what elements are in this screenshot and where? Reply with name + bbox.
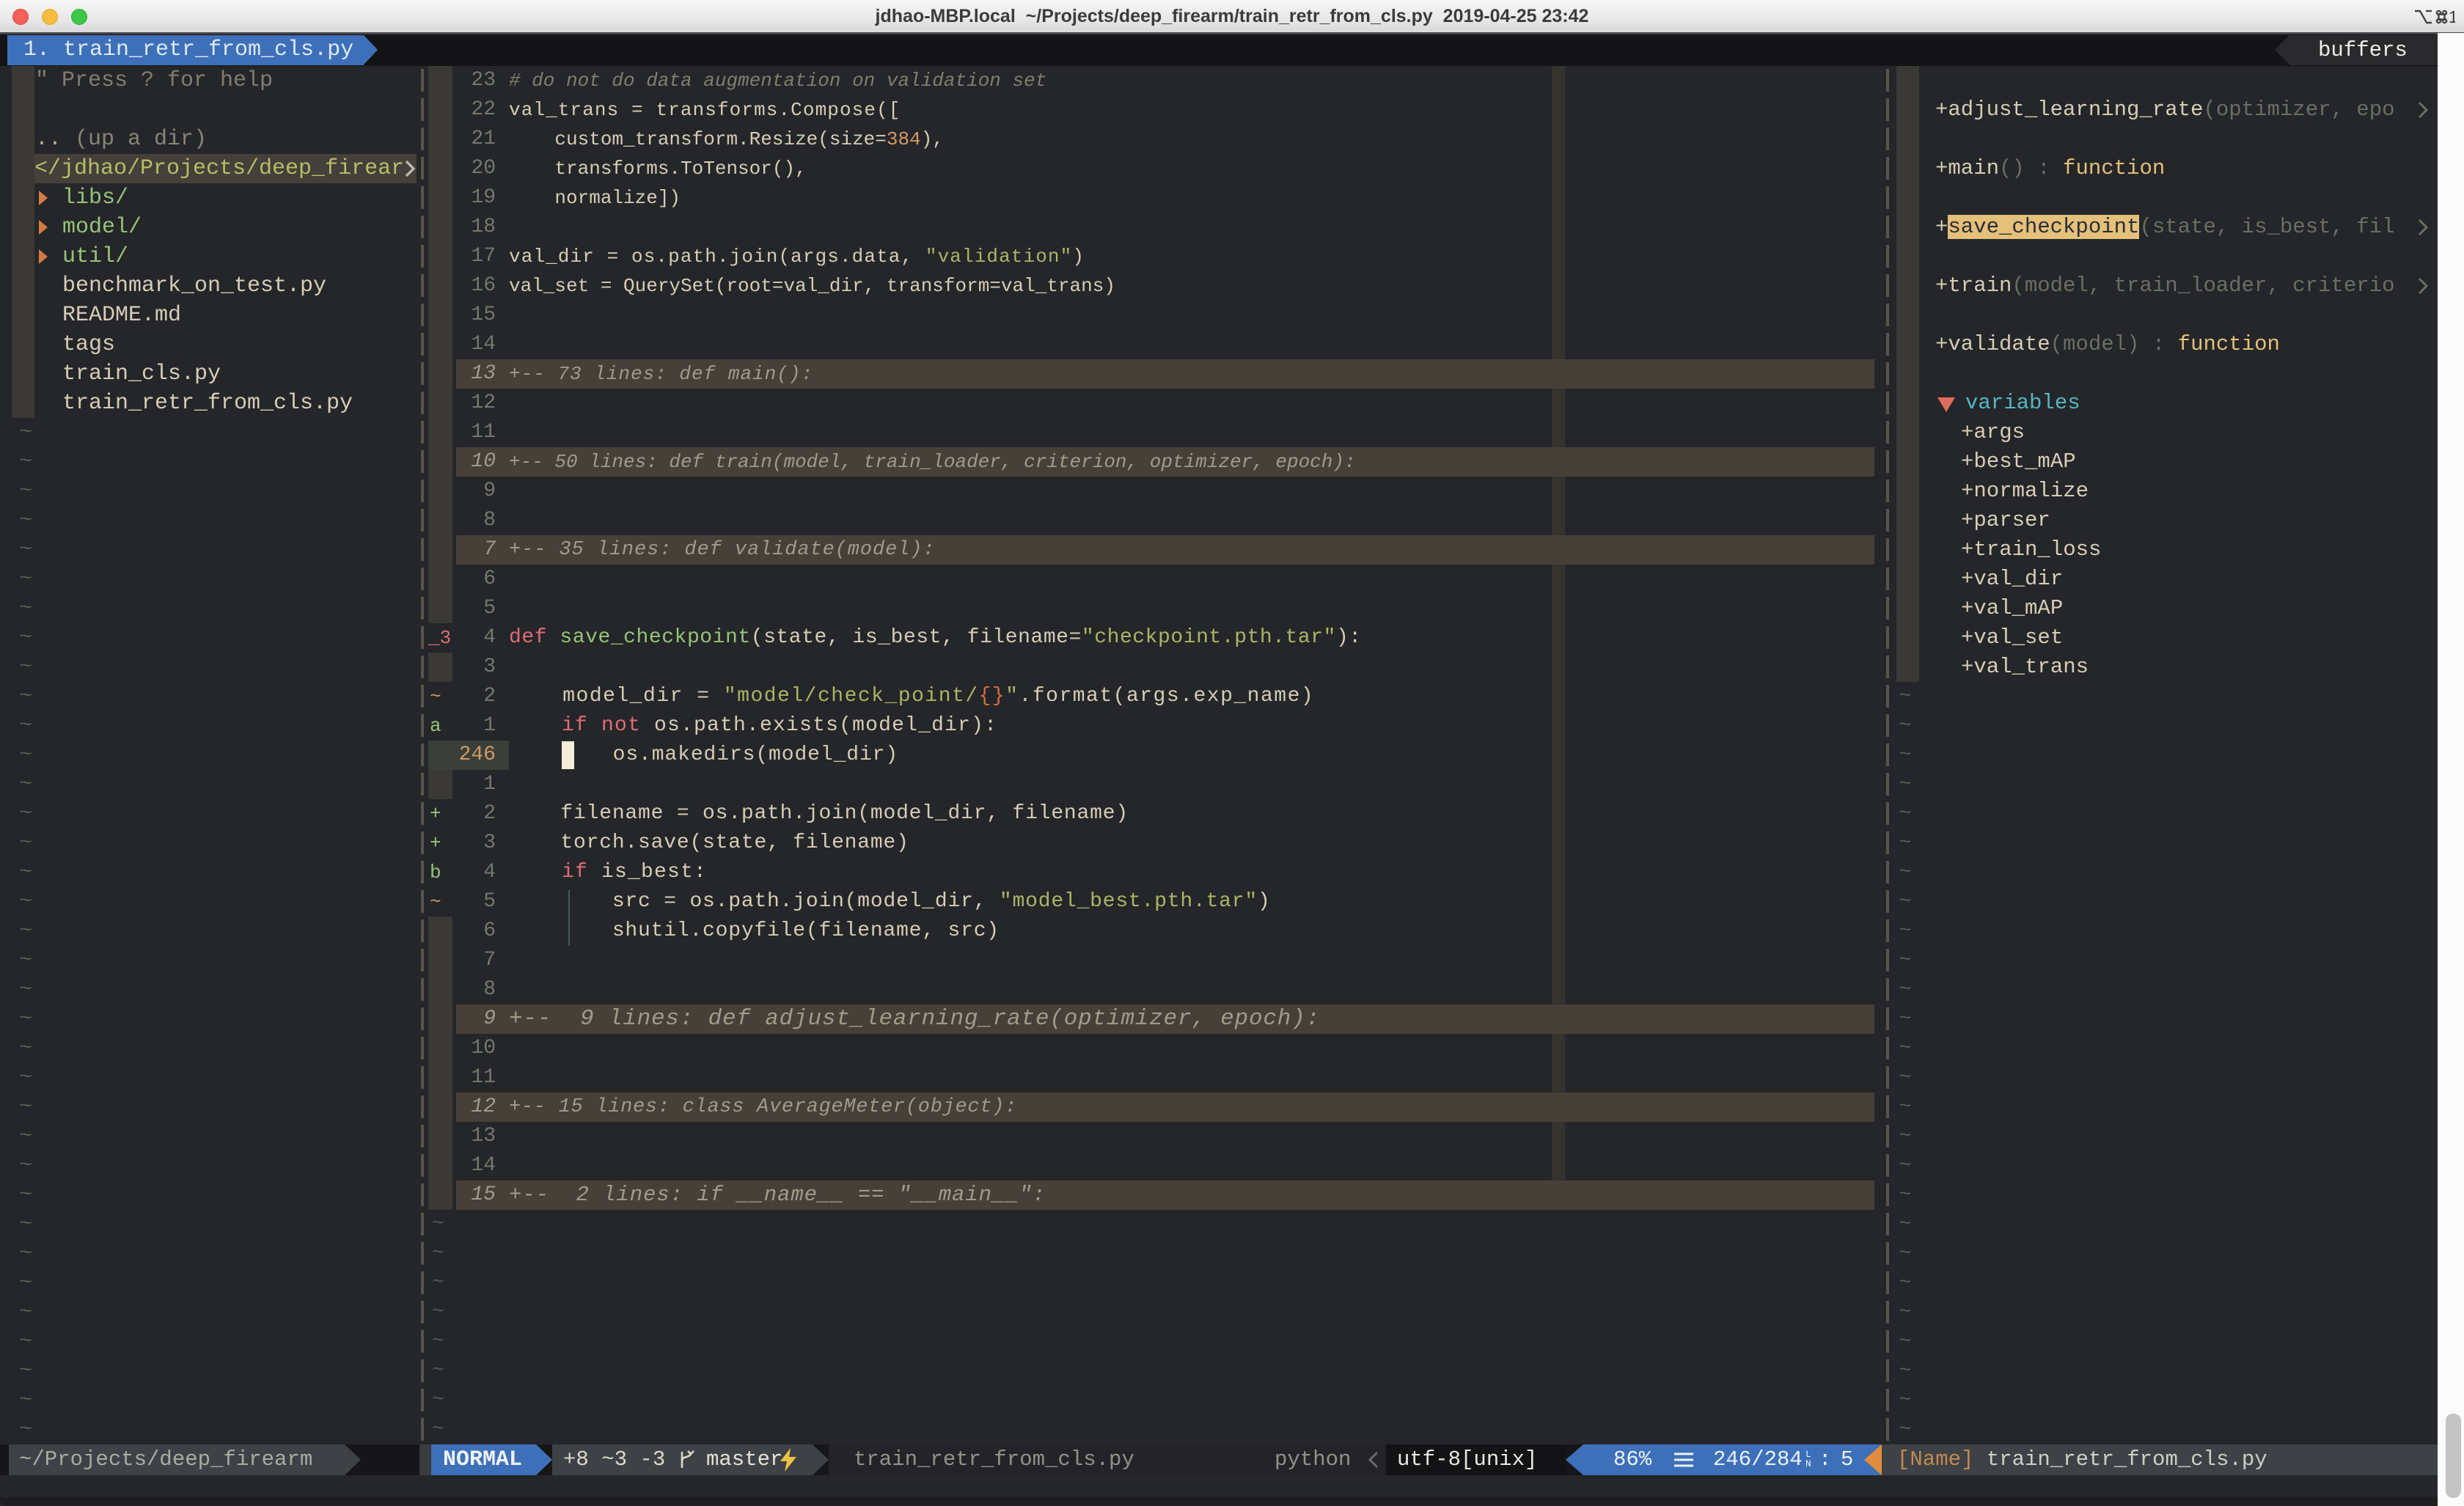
svg-text:1: 1 (2449, 7, 2455, 26)
